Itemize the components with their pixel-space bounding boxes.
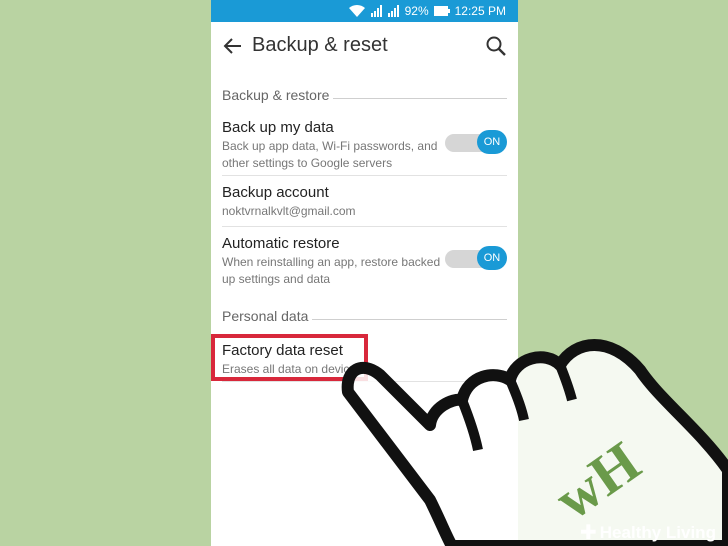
watermark: ✚ Healthy Living bbox=[580, 520, 716, 545]
plus-icon: ✚ bbox=[580, 522, 597, 544]
svg-text:wH: wH bbox=[543, 430, 645, 532]
watermark-brand: Healthy Living bbox=[599, 522, 716, 542]
